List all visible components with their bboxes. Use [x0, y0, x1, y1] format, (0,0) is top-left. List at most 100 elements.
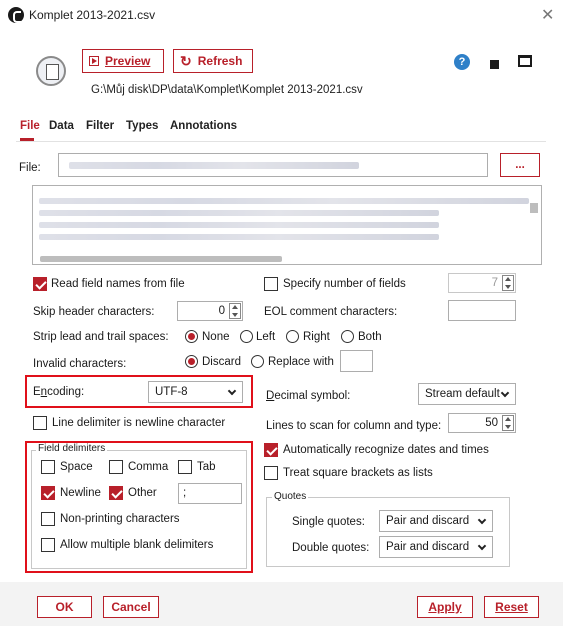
tab-checkbox[interactable]	[178, 460, 192, 474]
chevron-down-icon	[477, 515, 487, 525]
single-quotes-select[interactable]: Pair and discard	[379, 510, 493, 532]
app-logo-icon	[8, 7, 24, 23]
invalid-discard-radio[interactable]	[185, 355, 198, 368]
eol-comment-input[interactable]	[448, 300, 516, 321]
close-icon[interactable]: ✕	[541, 5, 554, 25]
stepper-arrows-icon[interactable]	[229, 303, 241, 319]
strip-spaces-label: Strip lead and trail spaces:	[33, 331, 169, 343]
multi-blank-checkbox[interactable]	[41, 538, 55, 552]
preview-button[interactable]: Preview	[82, 49, 164, 73]
tab-types[interactable]: Types	[126, 120, 158, 132]
tab-filter[interactable]: Filter	[86, 120, 114, 132]
preview-line	[39, 234, 439, 240]
encoding-select[interactable]: UTF-8	[148, 381, 243, 403]
skip-header-stepper[interactable]: 0	[177, 301, 243, 321]
double-quotes-label: Double quotes:	[292, 542, 370, 554]
preview-line	[39, 210, 439, 216]
replace-with-input[interactable]	[340, 350, 373, 372]
tab-file[interactable]: File	[20, 120, 40, 132]
file-path-input[interactable]	[58, 153, 488, 177]
document-icon	[36, 56, 66, 86]
horizontal-scrollbar[interactable]	[40, 256, 282, 262]
chevron-down-icon	[500, 388, 510, 398]
tab-annotations[interactable]: Annotations	[170, 120, 237, 132]
line-delimiter-checkbox[interactable]	[33, 416, 47, 430]
refresh-icon: ↻	[180, 52, 192, 69]
invalid-replace-label: Replace with	[268, 356, 334, 368]
space-checkbox[interactable]	[41, 460, 55, 474]
space-label: Space	[60, 461, 93, 473]
strip-right-label: Right	[303, 331, 330, 343]
skip-header-value: 0	[218, 305, 225, 317]
strip-none-label: None	[202, 331, 230, 343]
double-quotes-select[interactable]: Pair and discard	[379, 536, 493, 558]
vertical-scrollbar[interactable]	[530, 203, 538, 213]
apply-button[interactable]: Apply	[417, 596, 473, 618]
play-icon	[89, 56, 99, 66]
file-path: G:\Můj disk\DP\data\Komplet\Komplet 2013…	[91, 84, 363, 96]
comma-label: Comma	[128, 461, 169, 473]
decimal-symbol-value: Stream default	[425, 388, 500, 400]
encoding-value: UTF-8	[155, 386, 188, 398]
newline-checkbox[interactable]	[41, 486, 55, 500]
multi-blank-label: Allow multiple blank delimiters	[60, 539, 214, 551]
square-brackets-checkbox[interactable]	[264, 466, 278, 480]
read-field-names-checkbox[interactable]	[33, 277, 47, 291]
preview-button-label: Preview	[105, 54, 151, 68]
eol-comment-label: EOL comment characters:	[264, 306, 398, 318]
encoding-label: Encoding:	[33, 386, 85, 398]
auto-dates-checkbox[interactable]	[264, 443, 278, 457]
other-label: Other	[128, 487, 157, 499]
minimize-icon[interactable]	[490, 60, 499, 69]
lines-scan-value: 50	[485, 417, 498, 429]
strip-both-label: Both	[358, 331, 382, 343]
other-checkbox[interactable]	[109, 486, 123, 500]
file-label: File:	[19, 162, 41, 174]
decimal-symbol-select[interactable]: Stream default	[418, 383, 516, 405]
preview-line	[39, 198, 529, 204]
chevron-down-icon	[227, 386, 237, 396]
specify-fields-label: Specify number of fields	[283, 278, 406, 290]
help-icon[interactable]: ?	[454, 54, 470, 70]
non-printing-label: Non-printing characters	[60, 513, 180, 525]
ok-button[interactable]: OK	[37, 596, 92, 618]
browse-button[interactable]: ...	[500, 153, 540, 177]
tab-data[interactable]: Data	[49, 120, 74, 132]
num-fields-stepper[interactable]: 7	[448, 273, 516, 293]
single-quotes-label: Single quotes:	[292, 516, 365, 528]
refresh-button-label: Refresh	[197, 54, 243, 68]
num-fields-value: 7	[491, 277, 498, 289]
non-printing-checkbox[interactable]	[41, 512, 55, 526]
tab-divider	[16, 141, 546, 142]
double-quotes-value: Pair and discard	[386, 541, 470, 553]
blurred-path-text	[69, 162, 359, 169]
maximize-icon[interactable]	[518, 55, 532, 67]
stepper-arrows-icon[interactable]	[502, 275, 514, 291]
strip-left-radio[interactable]	[240, 330, 253, 343]
strip-right-radio[interactable]	[286, 330, 299, 343]
lines-scan-stepper[interactable]: 50	[448, 413, 516, 433]
refresh-button[interactable]: ↻ Refresh	[173, 49, 253, 73]
square-brackets-label: Treat square brackets as lists	[283, 467, 433, 479]
window-title: Komplet 2013-2021.csv	[29, 8, 156, 22]
strip-both-radio[interactable]	[341, 330, 354, 343]
invalid-chars-label: Invalid characters:	[33, 358, 127, 370]
preview-line	[39, 222, 439, 228]
specify-fields-checkbox[interactable]	[264, 277, 278, 291]
tab-label: Tab	[197, 461, 216, 473]
stepper-arrows-icon[interactable]	[502, 415, 514, 431]
auto-dates-label: Automatically recognize dates and times	[283, 444, 489, 456]
quotes-legend: Quotes	[272, 491, 309, 502]
data-preview[interactable]	[32, 185, 542, 265]
reset-button[interactable]: Reset	[484, 596, 539, 618]
single-quotes-value: Pair and discard	[386, 515, 470, 527]
comma-checkbox[interactable]	[109, 460, 123, 474]
strip-none-radio[interactable]	[185, 330, 198, 343]
cancel-button[interactable]: Cancel	[103, 596, 159, 618]
other-delimiter-input[interactable]: ;	[178, 483, 242, 504]
newline-label: Newline	[60, 487, 101, 499]
reset-button-label: Reset	[495, 600, 528, 614]
invalid-replace-radio[interactable]	[251, 355, 264, 368]
apply-button-label: Apply	[428, 600, 462, 614]
line-delimiter-label: Line delimiter is newline character	[52, 417, 226, 429]
